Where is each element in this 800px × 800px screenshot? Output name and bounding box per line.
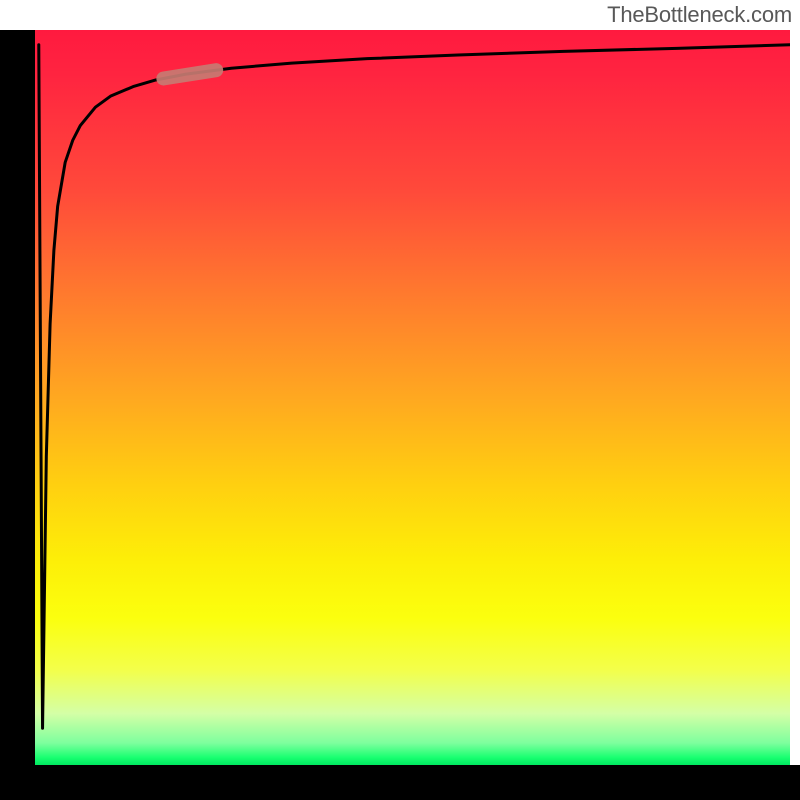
chart-frame: [0, 0, 800, 800]
curve-layer: [35, 30, 790, 765]
y-axis: [0, 30, 35, 765]
plot-area: [35, 30, 790, 765]
x-axis: [0, 765, 800, 800]
highlight-segment: [163, 70, 216, 78]
bottleneck-curve: [39, 45, 790, 729]
chart-canvas: TheBottleneck.com: [0, 0, 800, 800]
